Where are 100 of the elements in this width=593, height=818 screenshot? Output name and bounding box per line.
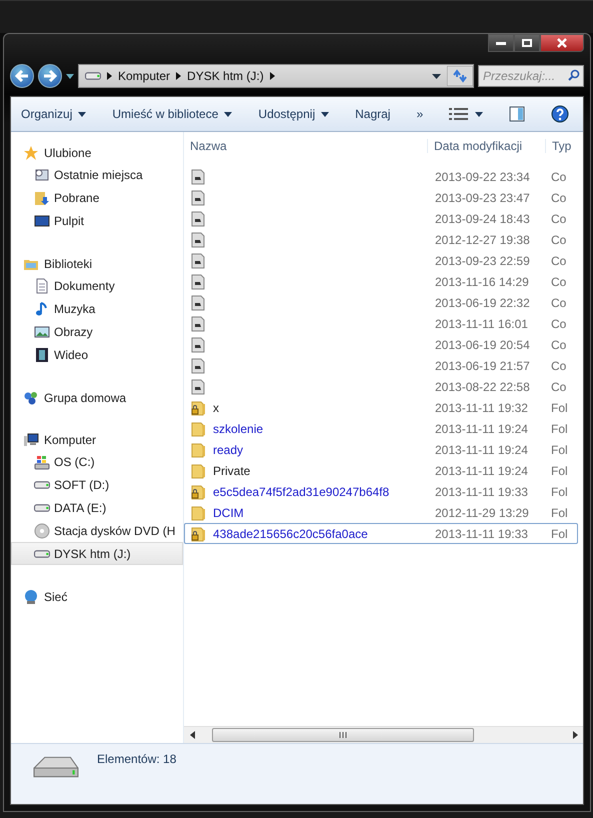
table-cell-text: 2013-09-22 23:34 (434, 170, 531, 184)
file-name: e5c5dea74f5f2ad31e90247b64f8 (213, 484, 390, 498)
pane-icon (509, 106, 526, 122)
table-cell-text: Co (550, 338, 568, 352)
file-row[interactable]: 2013-06-19 21:57 Co (184, 355, 578, 376)
sidebar-group[interactable]: Ulubione (11, 142, 183, 163)
maximize-button[interactable] (514, 34, 540, 52)
dropdown-caret-icon[interactable] (432, 74, 441, 78)
address-bar[interactable]: Komputer DYSK htm (J:) (78, 64, 474, 88)
breadcrumb[interactable]: DYSK htm (J:) (187, 69, 264, 83)
grip-icon (339, 732, 347, 738)
file-row[interactable]: DCIM 2012-11-29 13:29 Fol (184, 502, 578, 523)
toolbar-button[interactable]: Umieść w bibliotece (112, 107, 232, 121)
sidebar-item[interactable]: Muzyka (11, 297, 183, 320)
toolbar-button[interactable]: Udostępnij (258, 107, 330, 121)
document-icon (34, 278, 50, 294)
file-row[interactable]: 2013-06-19 20:54 Co (184, 334, 578, 355)
toolbar-button[interactable]: Organizuj (21, 107, 86, 121)
sidebar-item[interactable]: Stacja dysków DVD (H (11, 519, 183, 542)
horizontal-scrollbar[interactable] (184, 726, 583, 743)
file-row[interactable]: 2013-09-22 23:34 Co (184, 166, 578, 187)
file-name: x (213, 400, 219, 414)
close-button[interactable] (540, 34, 584, 52)
sidebar-item[interactable]: Wideo (11, 343, 183, 366)
file-name: ready (213, 442, 244, 456)
file-row[interactable]: 2013-09-23 22:59 Co (184, 250, 578, 271)
table-cell-text: 2013-09-24 18:43 (434, 212, 531, 226)
refresh-icon[interactable] (447, 66, 473, 86)
search-field[interactable]: Przeszukaj:... (478, 65, 584, 87)
history-caret-icon[interactable] (66, 74, 74, 78)
sidebar-item[interactable]: Ostatnie miejsca (11, 163, 183, 186)
column-header[interactable]: Nazwa (184, 139, 428, 153)
table-cell-text: Co (550, 254, 568, 268)
file-row[interactable]: 2013-11-11 16:01 Co (184, 313, 578, 334)
sidebar-group[interactable]: Komputer (11, 429, 183, 450)
table-cell-text: Co (550, 316, 568, 330)
list-view-icon (449, 107, 470, 121)
table-cell-text: Co (550, 358, 568, 372)
file-row[interactable]: 2013-11-16 14:29 Co (184, 271, 578, 292)
file-row[interactable]: 2013-09-24 18:43 Co (184, 208, 578, 229)
table-cell-text: Co (550, 274, 568, 288)
minimize-button[interactable] (488, 34, 514, 52)
disc-icon (34, 522, 50, 538)
sidebar-item[interactable]: Pobrane (11, 186, 183, 209)
table-cell-text: Fol (550, 400, 569, 414)
item-count: Elementów: 18 (97, 752, 176, 768)
back-button[interactable] (10, 64, 34, 88)
file-row[interactable]: e5c5dea74f5f2ad31e90247b64f8 2013-11-11 19:33 Fol (184, 481, 578, 502)
image-icon (34, 324, 50, 340)
scroll-thumb[interactable] (212, 728, 474, 742)
table-cell-text: 2013-11-11 19:33 (434, 526, 529, 540)
table-cell-text: Co (550, 190, 568, 204)
toolbar-button[interactable]: » (416, 107, 424, 121)
file-icon (191, 274, 205, 290)
file-row[interactable]: szkolenie 2013-11-11 19:24 Fol (184, 418, 578, 439)
help-button[interactable] (551, 105, 570, 123)
view-options-button[interactable] (449, 107, 484, 121)
table-cell-text: 2013-06-19 22:32 (434, 296, 531, 310)
file-icon (191, 210, 205, 226)
table-cell-text: Fol (550, 484, 569, 498)
file-icon (191, 294, 205, 310)
table-cell-text: 2013-11-11 19:33 (434, 484, 529, 498)
drive-icon (85, 72, 101, 80)
sidebar-item[interactable]: Dokumenty (11, 274, 183, 297)
column-header[interactable]: Typ (546, 139, 580, 153)
sidebar-item[interactable]: DATA (E:) (11, 496, 183, 519)
file-row[interactable]: 2013-08-22 22:58 Co (184, 376, 578, 397)
sidebar-group[interactable]: Grupa domowa (11, 387, 183, 408)
table-cell-text: 2013-11-16 14:29 (434, 274, 530, 288)
file-row[interactable]: 2013-06-19 22:32 Co (184, 292, 578, 313)
breadcrumb[interactable]: Komputer (118, 69, 170, 83)
file-row[interactable]: 2012-12-27 19:38 Co (184, 229, 578, 250)
sidebar-item[interactable]: DYSK htm (J:) (11, 542, 183, 565)
sidebar-item[interactable]: Pulpit (11, 209, 183, 232)
table-cell-text: Co (550, 170, 568, 184)
preview-pane-button[interactable] (509, 106, 526, 122)
sidebar-item[interactable]: Obrazy (11, 320, 183, 343)
file-row[interactable]: 438ade215656c20c56fa0ace 2013-11-11 19:33 Fol (184, 523, 578, 544)
toolbar-button[interactable]: Nagraj (355, 107, 390, 121)
group-label: Grupa domowa (44, 390, 126, 404)
table-cell-text: Fol (550, 506, 569, 520)
table-cell-text: 2012-12-27 19:38 (434, 232, 531, 246)
file-icon (191, 168, 205, 184)
column-header[interactable]: Data modyfikacji (428, 139, 546, 153)
file-row[interactable]: x 2013-11-11 19:32 Fol (184, 397, 578, 418)
file-icon (191, 252, 205, 268)
chevron-icon (107, 72, 112, 80)
file-row[interactable]: ready 2013-11-11 19:24 Fol (184, 439, 578, 460)
homegroup-icon (23, 390, 39, 406)
sidebar-item[interactable]: OS (C:) (11, 450, 183, 473)
sidebar-group[interactable]: Sieć (11, 586, 183, 607)
table-cell-text: Fol (550, 422, 569, 436)
file-name: DCIM (213, 506, 244, 520)
sidebar-group[interactable]: Biblioteki (11, 253, 183, 274)
minimize-icon (496, 42, 506, 44)
forward-button[interactable] (38, 64, 62, 88)
desktop-icon (34, 212, 50, 228)
file-row[interactable]: 2013-09-23 23:47 Co (184, 187, 578, 208)
file-row[interactable]: Private 2013-11-11 19:24 Fol (184, 460, 578, 481)
sidebar-item[interactable]: SOFT (D:) (11, 473, 183, 496)
